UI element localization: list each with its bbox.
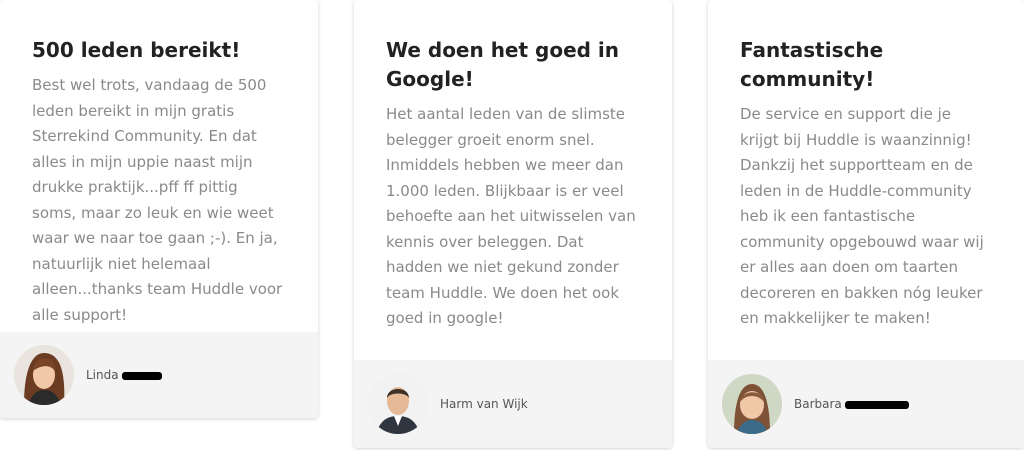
woman-portrait-icon (14, 345, 74, 405)
woman-portrait-icon (722, 374, 782, 434)
testimonial-title: We doen het goed in Google! (386, 38, 620, 91)
testimonial-content: We doen het goed in Google! Het aantal l… (354, 0, 672, 360)
testimonial-content: 500 leden bereikt! Best wel trots, vanda… (0, 0, 318, 332)
author-name-text: Barbara (794, 397, 842, 411)
testimonials-section: 500 leden bereikt! Best wel trots, vanda… (0, 0, 1024, 450)
avatar (722, 374, 782, 434)
testimonial-card: 500 leden bereikt! Best wel trots, vanda… (0, 0, 318, 418)
testimonial-title: 500 leden bereikt! (32, 38, 241, 62)
author-name: Barbara (794, 397, 909, 411)
redaction-mark (844, 401, 909, 409)
author-name-text: Linda (86, 368, 119, 382)
testimonial-footer: Linda (0, 332, 318, 418)
testimonial-text: Het aantal leden van de slimste belegger… (386, 105, 636, 327)
testimonial-footer: Harm van Wijk (354, 360, 672, 448)
author-name: Linda (86, 368, 162, 382)
avatar (368, 374, 428, 434)
testimonial-card: Fantastische community! De service en su… (708, 0, 1024, 448)
author-name: Harm van Wijk (440, 397, 528, 411)
man-portrait-icon (368, 374, 428, 434)
avatar (14, 345, 74, 405)
testimonial-footer: Barbara (708, 360, 1024, 448)
testimonial-card: We doen het goed in Google! Het aantal l… (354, 0, 672, 448)
redaction-mark (121, 372, 162, 380)
author-name-text: Harm van Wijk (440, 397, 528, 411)
testimonial-text: Best wel trots, vandaag de 500 leden ber… (32, 76, 283, 324)
testimonial-title: Fantastische community! (740, 38, 884, 91)
testimonial-text: De service en support die je krijgt bij … (740, 105, 984, 327)
testimonial-content: Fantastische community! De service en su… (708, 0, 1024, 360)
